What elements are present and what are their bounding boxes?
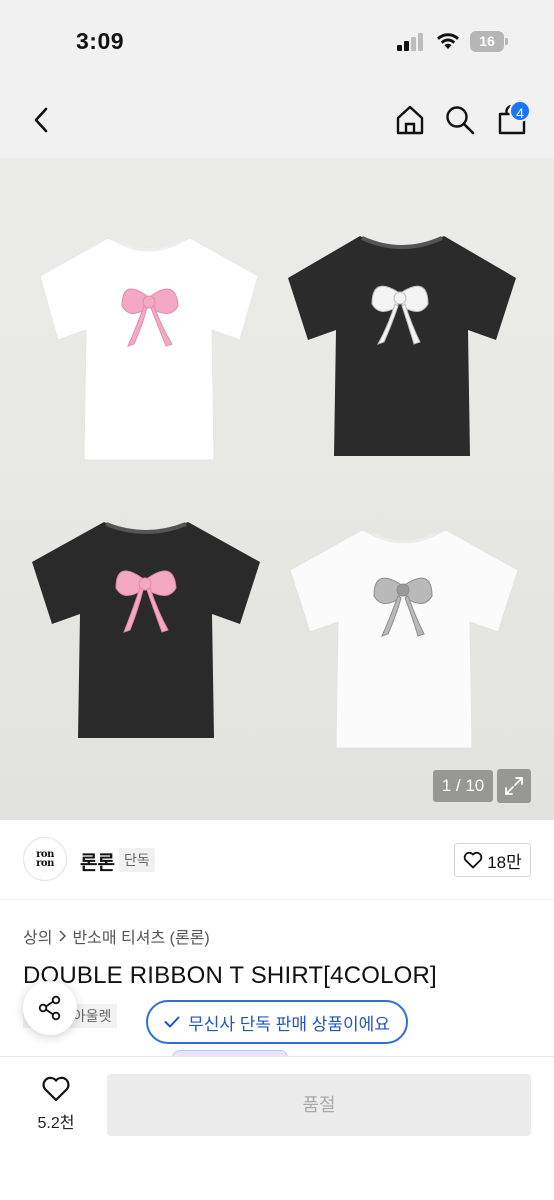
brand-exclusive-tag: 단독 bbox=[119, 848, 155, 872]
brand-like-button[interactable]: 18만 bbox=[454, 843, 531, 877]
search-icon bbox=[446, 106, 475, 135]
product-image-white-pink-bow bbox=[39, 237, 259, 461]
product-image-white-grey-bow bbox=[289, 529, 519, 749]
expand-icon bbox=[505, 777, 523, 795]
back-button[interactable] bbox=[24, 102, 58, 138]
product-image-black-pink-bow bbox=[32, 522, 260, 738]
chevron-right-icon bbox=[59, 930, 67, 942]
home-button[interactable] bbox=[390, 100, 430, 140]
check-icon bbox=[164, 1016, 180, 1028]
product-image-black-white-bow bbox=[288, 236, 516, 456]
breadcrumb: 상의 반소매 티셔츠 (론론) bbox=[23, 924, 210, 948]
signal-icon bbox=[397, 33, 423, 51]
expand-button[interactable] bbox=[497, 769, 531, 803]
wifi-icon bbox=[437, 33, 459, 49]
wishlist-button[interactable]: 5.2천 bbox=[26, 1075, 86, 1139]
status-time: 3:09 bbox=[76, 28, 125, 54]
brand-like-count: 18만 bbox=[487, 852, 522, 872]
share-button[interactable] bbox=[23, 981, 77, 1035]
product-image-gallery[interactable]: 1 / 10 bbox=[0, 158, 554, 820]
cart-count-badge: 4 bbox=[509, 100, 531, 122]
breadcrumb-subcategory[interactable]: 반소매 티셔츠 (론론) bbox=[72, 924, 209, 948]
toast-text: 무신사 단독 판매 상품이에요 bbox=[188, 1014, 390, 1034]
heart-icon bbox=[42, 1076, 70, 1102]
brand-row: ron ron 론론 단독 18만 bbox=[0, 820, 554, 900]
back-icon bbox=[34, 107, 48, 133]
share-icon bbox=[38, 995, 61, 1021]
heart-icon bbox=[463, 851, 483, 869]
exclusive-toast: 무신사 단독 판매 상품이에요 bbox=[146, 1000, 408, 1044]
home-icon bbox=[396, 105, 424, 135]
breadcrumb-category[interactable]: 상의 bbox=[23, 924, 52, 948]
product-title: DOUBLE RIBBON T SHIRT[4COLOR] bbox=[23, 962, 437, 989]
battery-icon: 16 bbox=[470, 31, 508, 52]
brand-name[interactable]: 론론 bbox=[80, 848, 115, 875]
bottom-action-bar: 5.2천 품절 bbox=[0, 1056, 554, 1200]
battery-level: 16 bbox=[479, 33, 495, 49]
search-button[interactable] bbox=[440, 100, 480, 140]
status-bar: 3:09 16 bbox=[0, 0, 554, 82]
top-nav bbox=[0, 82, 554, 158]
wishlist-count: 5.2천 bbox=[37, 1115, 75, 1132]
brand-logo[interactable]: ron ron bbox=[23, 837, 67, 881]
gallery-counter: 1 / 10 bbox=[433, 770, 493, 802]
sold-out-button[interactable]: 품절 bbox=[107, 1074, 531, 1136]
